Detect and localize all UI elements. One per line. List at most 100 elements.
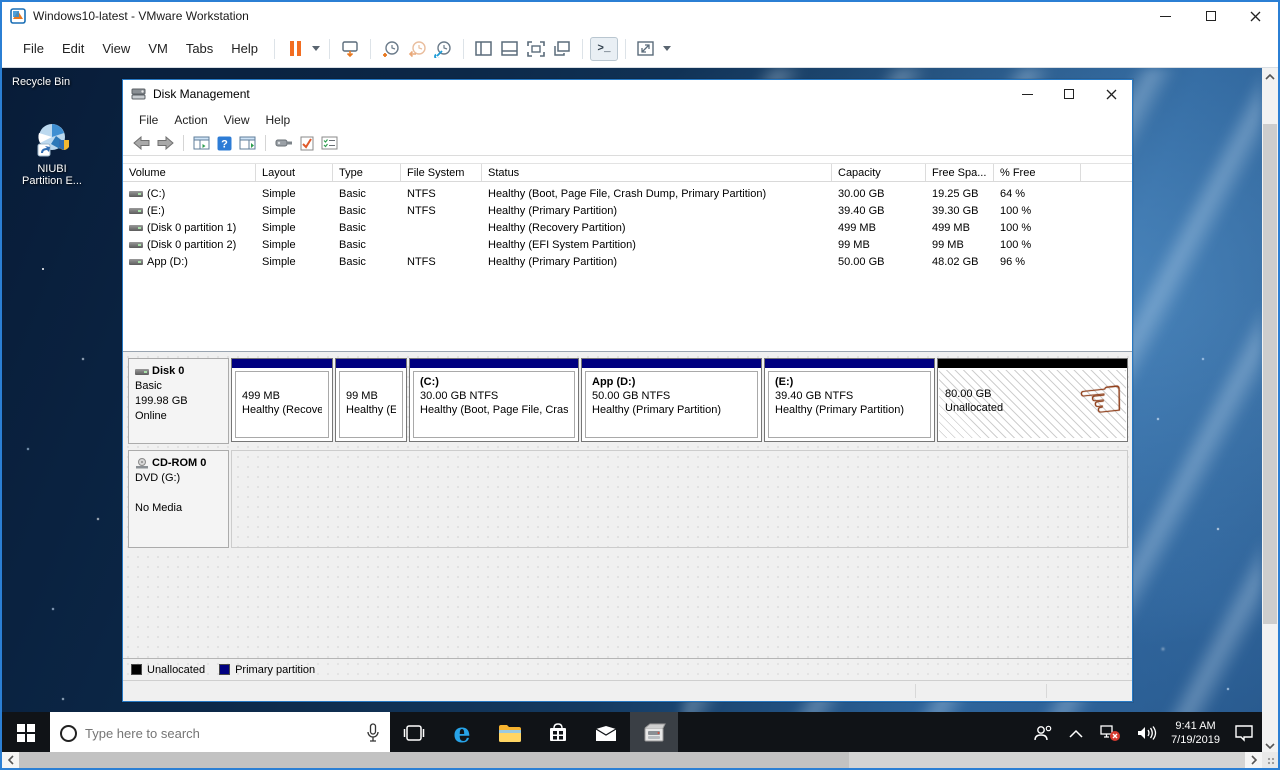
volume-button[interactable] [1129, 712, 1165, 754]
suspend-vm-button[interactable] [282, 36, 308, 62]
tray-expand-button[interactable] [1061, 712, 1091, 754]
scroll-left-button[interactable] [2, 752, 19, 768]
suspend-dropdown[interactable] [308, 36, 322, 62]
back-icon[interactable] [133, 136, 150, 150]
taskbar-mail-button[interactable] [582, 712, 630, 754]
minimize-icon [1160, 16, 1171, 17]
volume-row-partition2[interactable]: (Disk 0 partition 2) Simple Basic Health… [123, 236, 1081, 253]
show-thumbnail-bar-button[interactable] [497, 36, 523, 62]
column-layout[interactable]: Layout [256, 164, 333, 181]
partition-app-d[interactable]: App (D:) 50.00 GB NTFS Healthy (Primary … [581, 358, 762, 442]
action-center-icon [1234, 724, 1254, 742]
console-horizontal-scrollbar[interactable] [2, 752, 1262, 768]
help-icon[interactable]: ? [217, 136, 232, 151]
dm-menu-view[interactable]: View [216, 110, 258, 130]
volume-icon [129, 189, 143, 198]
partition-c[interactable]: (C:) 30.00 GB NTFS Healthy (Boot, Page F… [409, 358, 579, 442]
menu-edit[interactable]: Edit [53, 37, 93, 60]
volume-row-e[interactable]: (E:) Simple Basic NTFS Healthy (Primary … [123, 202, 1081, 219]
vertical-scroll-thumb[interactable] [1263, 124, 1277, 624]
fit-dropdown[interactable] [659, 36, 673, 62]
menu-file[interactable]: File [14, 37, 53, 60]
partition-unallocated[interactable]: 80.00 GB Unallocated ☜ [937, 358, 1128, 442]
file-explorer-icon [498, 724, 522, 743]
dm-menu-help[interactable]: Help [258, 110, 299, 130]
taskbar-file-explorer-button[interactable] [486, 712, 534, 754]
snapshot-revert-icon [408, 40, 426, 58]
column-capacity[interactable]: Capacity [832, 164, 926, 181]
console-vertical-scrollbar[interactable] [1262, 68, 1278, 754]
partition-recovery[interactable]: 499 MB Healthy (Recove [231, 358, 333, 442]
menu-tabs[interactable]: Tabs [177, 37, 222, 60]
partition-e[interactable]: (E:) 39.40 GB NTFS Healthy (Primary Part… [764, 358, 935, 442]
action-pane-toggle-icon[interactable] [239, 136, 256, 150]
dm-menu-action[interactable]: Action [166, 110, 215, 130]
svg-text:?: ? [221, 138, 228, 150]
network-status-button[interactable] [1091, 712, 1129, 754]
check-document-icon[interactable] [300, 136, 314, 151]
fit-guest-button[interactable] [633, 36, 659, 62]
column-status[interactable]: Status [482, 164, 832, 181]
taskbar-disk-management-button[interactable] [630, 712, 678, 754]
search-input[interactable] [85, 726, 335, 741]
unity-mode-button[interactable] [549, 36, 575, 62]
device-properties-icon[interactable] [275, 136, 293, 150]
horizontal-scroll-thumb[interactable] [19, 752, 849, 768]
disk-management-app-icon [131, 87, 147, 101]
menu-help[interactable]: Help [222, 37, 267, 60]
cdrom-label[interactable]: CD-ROM 0 DVD (G:) No Media [128, 450, 229, 548]
manage-snapshots-button[interactable] [430, 36, 456, 62]
console-view-button[interactable]: >_ [590, 37, 618, 61]
send-ctrl-alt-del-button[interactable] [337, 36, 363, 62]
cdrom-media-area[interactable] [231, 450, 1128, 548]
maximize-button[interactable] [1188, 2, 1233, 30]
taskbar-clock[interactable]: 9:41 AM 7/19/2019 [1165, 712, 1226, 754]
take-snapshot-button[interactable] [378, 36, 404, 62]
close-button[interactable] [1233, 2, 1278, 30]
dm-menu-file[interactable]: File [131, 110, 166, 130]
dm-minimize-button[interactable] [1006, 80, 1048, 108]
scroll-up-button[interactable] [1262, 68, 1278, 85]
column-volume[interactable]: Volume [123, 164, 256, 181]
dm-maximize-button[interactable] [1048, 80, 1090, 108]
clock-date: 7/19/2019 [1171, 733, 1220, 747]
menu-vm[interactable]: VM [139, 37, 177, 60]
minimize-button[interactable] [1143, 2, 1188, 30]
fullscreen-button[interactable] [523, 36, 549, 62]
chevron-up-icon [1265, 74, 1275, 80]
store-icon [548, 723, 568, 743]
volume-row-app-d[interactable]: App (D:) Simple Basic NTFS Healthy (Prim… [123, 253, 1081, 270]
action-center-button[interactable] [1226, 712, 1262, 754]
resize-grip[interactable] [1262, 752, 1278, 768]
console-tree-toggle-icon[interactable] [193, 136, 210, 150]
people-button[interactable] [1025, 712, 1061, 754]
task-list-icon[interactable] [321, 136, 338, 150]
column-file-system[interactable]: File System [401, 164, 482, 181]
speaker-icon [1137, 725, 1157, 741]
menu-view[interactable]: View [93, 37, 139, 60]
dm-menubar: File Action View Help [123, 108, 1132, 131]
primary-partition-color-bar [336, 359, 406, 368]
column-pct-free[interactable]: % Free [994, 164, 1081, 181]
taskbar-edge-button[interactable]: e [438, 712, 486, 754]
dm-close-button[interactable] [1090, 80, 1132, 108]
taskbar-search[interactable] [50, 712, 390, 754]
partition-efi[interactable]: 99 MB Healthy (EF [335, 358, 407, 442]
vmware-titlebar: Windows10-latest - VMware Workstation [2, 2, 1278, 30]
revert-snapshot-button[interactable] [404, 36, 430, 62]
desktop-icon-recycle-bin[interactable]: Recycle Bin [12, 76, 70, 88]
desktop-icon-niubi-partition-editor[interactable]: NIUBI Partition E... [16, 120, 88, 187]
taskbar-store-button[interactable] [534, 712, 582, 754]
column-free-space[interactable]: Free Spa... [926, 164, 994, 181]
start-button[interactable] [2, 712, 50, 754]
vmware-menubar: File Edit View VM Tabs Help [2, 30, 1278, 68]
volume-row-partition1[interactable]: (Disk 0 partition 1) Simple Basic Health… [123, 219, 1081, 236]
show-library-button[interactable] [471, 36, 497, 62]
scroll-right-button[interactable] [1245, 752, 1262, 768]
task-view-button[interactable] [390, 712, 438, 754]
disk0-label[interactable]: Disk 0 Basic 199.98 GB Online [128, 358, 229, 444]
column-type[interactable]: Type [333, 164, 401, 181]
forward-icon[interactable] [157, 136, 174, 150]
volume-row-c[interactable]: (C:) Simple Basic NTFS Healthy (Boot, Pa… [123, 185, 1081, 202]
microphone-icon[interactable] [366, 723, 380, 743]
